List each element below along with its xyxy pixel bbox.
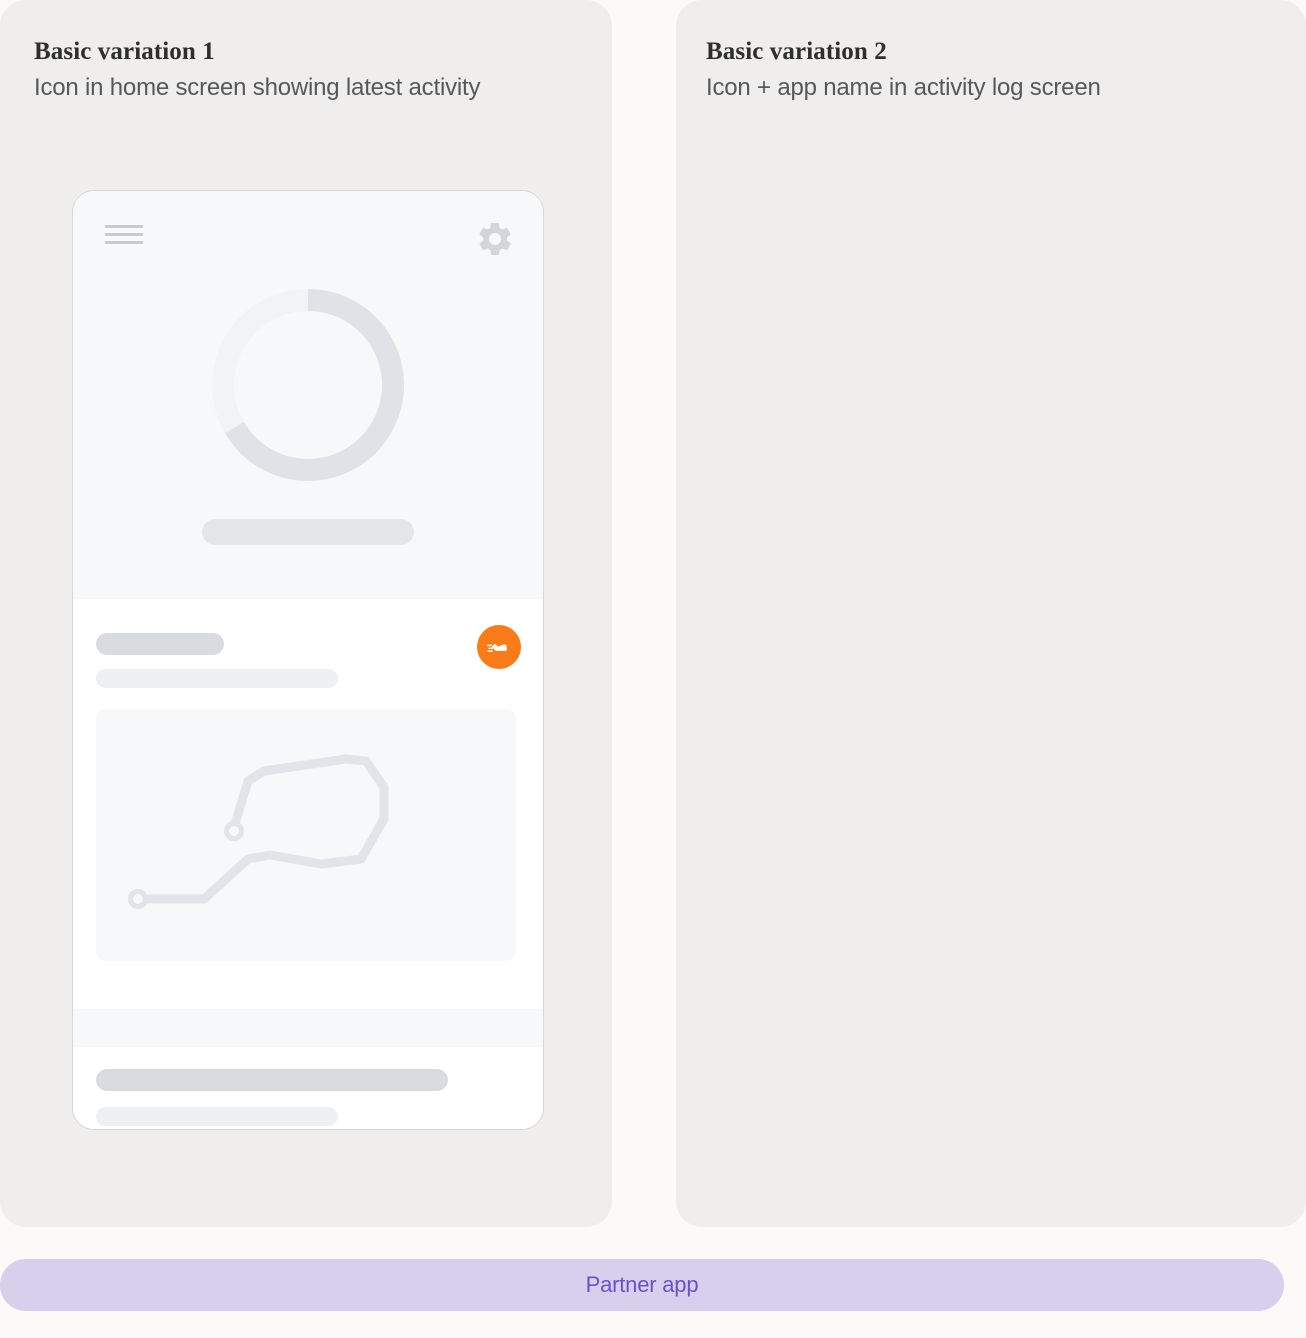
variation-1-title: Basic variation 1 [34, 38, 215, 65]
variation-1-subtitle: Icon in home screen showing latest activ… [34, 74, 481, 101]
progress-ring [206, 283, 410, 487]
variation-2-subtitle: Icon + app name in activity log screen [706, 74, 1101, 101]
gear-icon[interactable] [475, 219, 515, 259]
footer-subtitle-placeholder [96, 1107, 338, 1126]
home-footer-section [73, 1047, 543, 1129]
card-title-placeholder [96, 633, 224, 655]
footer-title-placeholder [96, 1069, 448, 1091]
phone-mockup-home [72, 190, 544, 1130]
route-path-illustration [96, 709, 516, 961]
variation-panel-1: Basic variation 1 Icon in home screen sh… [0, 0, 612, 1227]
partner-app-label: Partner app [585, 1272, 699, 1297]
variation-2-title: Basic variation 2 [706, 38, 887, 65]
hero-placeholder-bar [202, 519, 414, 545]
running-shoe-icon[interactable] [477, 625, 521, 669]
section-divider [73, 1009, 543, 1047]
card-subtitle-placeholder [96, 669, 338, 688]
home-hero-section [73, 191, 543, 599]
partner-app-banner: Partner app [0, 1259, 1284, 1311]
page-root: Basic variation 1 Icon in home screen sh… [0, 0, 1306, 1338]
variation-panel-2: Basic variation 2 Icon + app name in act… [676, 0, 1306, 1227]
hamburger-menu-icon[interactable] [105, 225, 143, 247]
